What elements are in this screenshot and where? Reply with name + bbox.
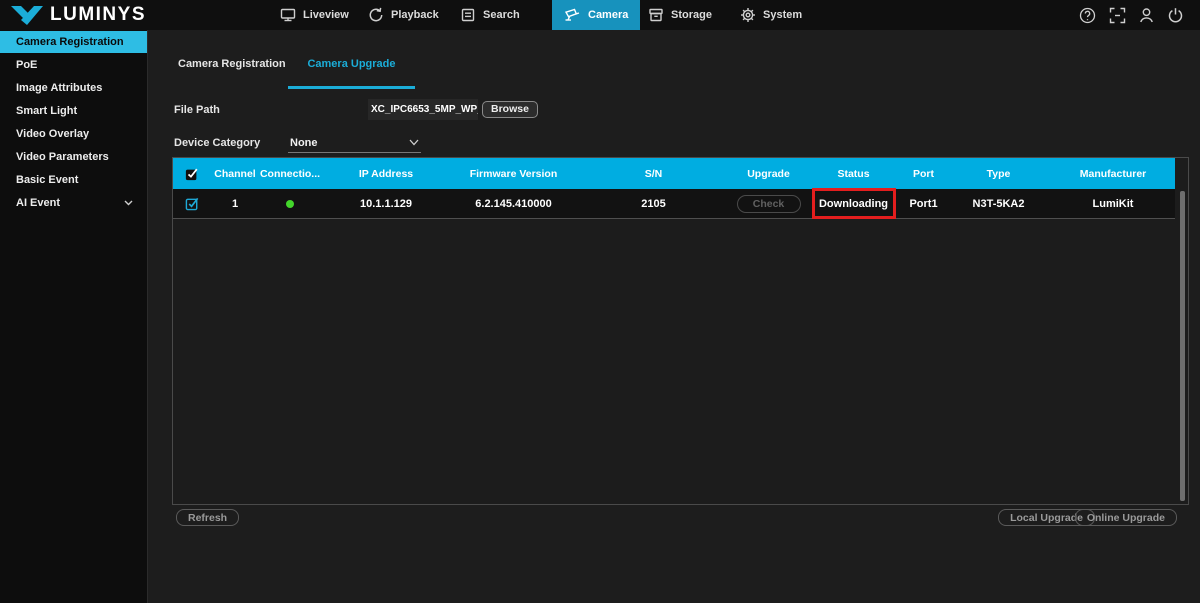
app-window: LUMINYS Liveview Playback Search Camera …	[0, 0, 1200, 603]
select-all-checkbox[interactable]	[173, 158, 211, 189]
cell-sn: 2105	[641, 197, 666, 210]
cell-status: Downloading	[806, 188, 901, 219]
col-header-channel[interactable]: Channel	[211, 158, 259, 189]
fullscreen-icon[interactable]	[1106, 5, 1128, 25]
nav-item-system[interactable]: System	[728, 0, 814, 30]
active-tab-underline	[288, 86, 415, 89]
sidebar-item-smart-light[interactable]: Smart Light	[0, 100, 147, 122]
cell-ip-address: 10.1.1.129	[360, 197, 412, 210]
main-content: Camera Registration Camera Upgrade File …	[148, 30, 1200, 603]
check-button[interactable]: Check	[736, 194, 801, 213]
table-header-row: Channel Connectio... IP Address Firmware…	[173, 158, 1175, 189]
file-path-input[interactable]: XC_IPC6653_5MP_WP_V6.2.177.410000.b	[368, 99, 478, 120]
user-icon[interactable]	[1135, 5, 1157, 25]
cell-connection	[259, 189, 321, 218]
col-header-ip-address[interactable]: IP Address	[321, 158, 451, 189]
vertical-scrollbar-thumb[interactable]	[1180, 191, 1185, 501]
device-category-select[interactable]: None	[288, 133, 421, 153]
refresh-button[interactable]: Refresh	[176, 509, 240, 526]
cell-type: N3T-5KA2	[972, 197, 1025, 210]
tab-camera-registration[interactable]: Camera Registration	[178, 58, 286, 70]
tab-camera-upgrade[interactable]: Camera Upgrade	[288, 58, 415, 70]
status-text: Downloading	[818, 197, 889, 210]
file-path-label: File Path	[174, 104, 220, 116]
chevron-down-icon	[124, 200, 133, 206]
playback-icon	[368, 7, 384, 23]
help-icon[interactable]	[1076, 5, 1098, 25]
sidebar-item-video-parameters[interactable]: Video Parameters	[0, 146, 147, 168]
sidebar-item-ai-event[interactable]: AI Event	[0, 192, 147, 214]
col-header-manufacturer[interactable]: Manufacturer	[1051, 158, 1175, 189]
nav-item-camera[interactable]: Camera	[552, 0, 641, 30]
nav-item-storage[interactable]: Storage	[636, 0, 724, 30]
nav-item-search[interactable]: Search	[448, 0, 532, 30]
camera-upgrade-table: Channel Connectio... IP Address Firmware…	[172, 157, 1189, 505]
device-category-label: Device Category	[174, 137, 261, 149]
col-header-sn[interactable]: S/N	[576, 158, 731, 189]
logo-text: LUMINYS	[50, 4, 146, 25]
sidebar-item-poe[interactable]: PoE	[0, 54, 147, 76]
power-icon[interactable]	[1164, 5, 1186, 25]
browse-button[interactable]: Browse	[482, 101, 538, 118]
cell-port: Port1	[909, 197, 938, 210]
topbar: LUMINYS Liveview Playback Search Camera …	[0, 0, 1200, 30]
gear-icon	[740, 7, 756, 23]
col-header-connection[interactable]: Connectio...	[259, 158, 321, 189]
storage-icon	[648, 7, 664, 23]
device-category-value: None	[290, 136, 318, 149]
nav-item-playback[interactable]: Playback	[356, 0, 451, 30]
sidebar-item-camera-registration[interactable]: Camera Registration	[0, 31, 147, 53]
cell-upgrade: Check	[731, 189, 806, 218]
online-status-dot	[286, 199, 294, 208]
col-header-status[interactable]: Status	[806, 158, 901, 189]
search-doc-icon	[460, 7, 476, 23]
camera-icon	[564, 7, 581, 23]
col-header-upgrade[interactable]: Upgrade	[731, 158, 806, 189]
sidebar-item-video-overlay[interactable]: Video Overlay	[0, 123, 147, 145]
cell-firmware-version: 6.2.145.410000	[475, 197, 552, 210]
col-header-firmware-version[interactable]: Firmware Version	[451, 158, 576, 189]
table-row[interactable]: 1 10.1.1.129 6.2.145.410000 2105 Check D…	[173, 188, 1175, 219]
chevron-down-icon	[409, 139, 419, 146]
sidebar-item-basic-event[interactable]: Basic Event	[0, 169, 147, 191]
status-highlight-box: Downloading	[811, 188, 896, 219]
row-checkbox[interactable]	[173, 189, 211, 218]
nav-item-liveview[interactable]: Liveview	[268, 0, 361, 30]
online-upgrade-button[interactable]: Online Upgrade	[1074, 509, 1177, 526]
sidebar: Camera Registration PoE Image Attributes…	[0, 30, 148, 603]
col-header-port[interactable]: Port	[901, 158, 946, 189]
cell-channel: 1	[231, 197, 239, 210]
cell-manufacturer: LumiKit	[1092, 197, 1134, 210]
col-header-type[interactable]: Type	[946, 158, 1051, 189]
logo: LUMINYS	[10, 0, 146, 30]
luminys-logo-icon	[10, 4, 44, 26]
monitor-icon	[280, 7, 296, 23]
sidebar-item-image-attributes[interactable]: Image Attributes	[0, 77, 147, 99]
